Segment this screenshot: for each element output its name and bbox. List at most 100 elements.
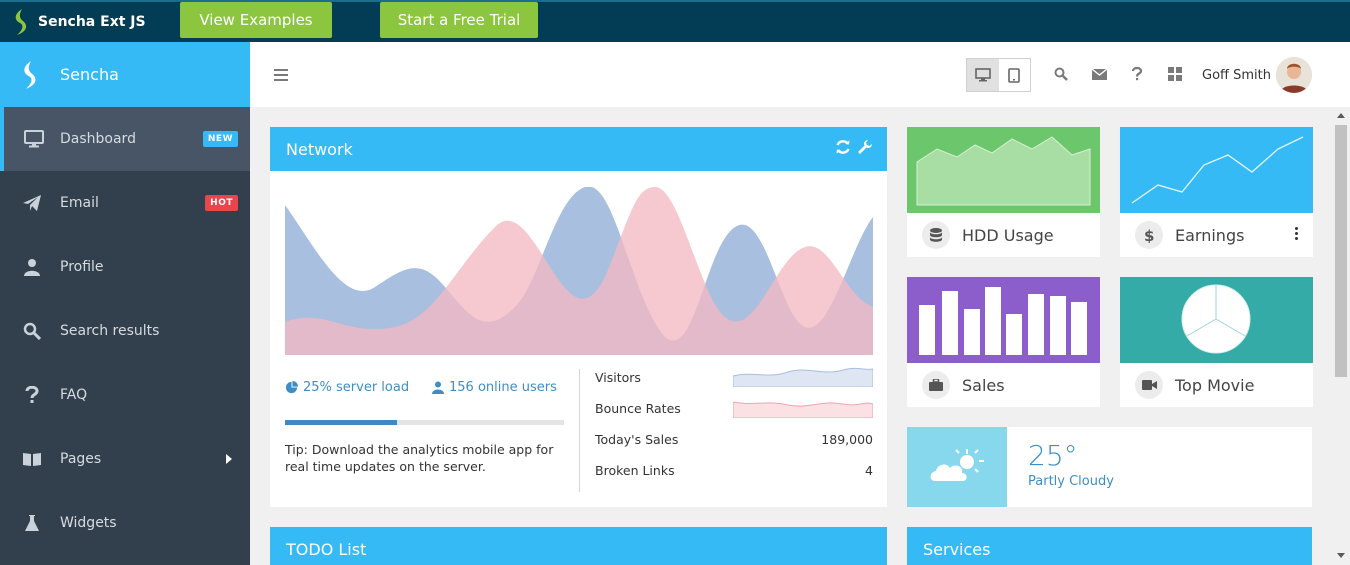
earnings-tile[interactable]: $ Earnings xyxy=(1120,127,1313,257)
monitor-icon xyxy=(22,127,46,151)
menu-toggle-icon[interactable] xyxy=(274,69,288,81)
sales-tile[interactable]: Sales xyxy=(907,277,1100,407)
panel-title: Services xyxy=(923,539,991,559)
partly-cloudy-icon xyxy=(907,427,1007,507)
help-icon[interactable] xyxy=(1127,64,1147,84)
metric-row-sales: Today's Sales 189,000 xyxy=(595,424,873,455)
new-badge: NEW xyxy=(202,131,238,147)
sidebar-item-label: FAQ xyxy=(60,387,88,403)
tile-label: HDD Usage xyxy=(962,225,1054,245)
metric-value: 189,000 xyxy=(821,432,873,447)
sales-bar-chart xyxy=(907,277,1100,363)
device-toggle xyxy=(966,58,1031,92)
tablet-view-button[interactable] xyxy=(999,59,1031,91)
user-icon xyxy=(432,381,444,394)
vertical-scrollbar[interactable] xyxy=(1332,107,1350,565)
sidebar-item-widgets[interactable]: Widgets xyxy=(0,491,250,555)
tile-label: Sales xyxy=(962,375,1005,395)
sidebar-item-label: Pages xyxy=(60,451,102,467)
dollar-icon: $ xyxy=(1135,221,1163,249)
desktop-view-button[interactable] xyxy=(967,59,999,91)
tile-label: Earnings xyxy=(1175,225,1245,245)
user-name[interactable]: Goff Smith xyxy=(1202,68,1271,83)
view-examples-button[interactable]: View Examples xyxy=(180,2,332,38)
bounce-sparkline xyxy=(733,401,873,418)
services-panel: Services xyxy=(907,527,1312,565)
metric-row-broken-links: Broken Links 4 xyxy=(595,455,873,486)
sidebar-item-email[interactable]: Email HOT xyxy=(0,171,250,235)
more-options-icon[interactable] xyxy=(1295,227,1299,242)
online-users-label: 156 online users xyxy=(449,380,557,395)
tile-label: Top Movie xyxy=(1175,375,1255,395)
avatar[interactable] xyxy=(1276,57,1312,93)
network-panel: Network 25% server load 156 online users… xyxy=(270,127,887,507)
online-users-stat[interactable]: 156 online users xyxy=(432,380,557,395)
metric-label: Bounce Rates xyxy=(595,401,681,416)
scroll-up-icon[interactable] xyxy=(1337,113,1345,118)
server-load-label: 25% server load xyxy=(303,380,410,395)
metric-row-bounce: Bounce Rates xyxy=(595,393,873,424)
mail-icon[interactable] xyxy=(1089,64,1109,84)
server-load-progress-fill xyxy=(285,420,397,425)
desktop-icon xyxy=(974,68,991,82)
paper-plane-icon xyxy=(20,191,44,215)
hdd-usage-tile[interactable]: HDD Usage xyxy=(907,127,1100,257)
sidebar-item-search-results[interactable]: Search results xyxy=(0,299,250,363)
scroll-thumb[interactable] xyxy=(1335,125,1347,377)
tablet-icon xyxy=(1008,67,1021,83)
sencha-logo-icon xyxy=(15,9,27,35)
metric-value: 4 xyxy=(865,463,873,478)
refresh-icon[interactable] xyxy=(835,139,851,155)
hot-badge: HOT xyxy=(205,195,238,211)
todo-panel: TODO List xyxy=(270,527,887,565)
sencha-logo-icon xyxy=(24,60,36,89)
metric-row-visitors: Visitors xyxy=(595,362,873,393)
tile-footer: Sales xyxy=(907,363,1100,407)
sidebar-item-faq[interactable]: FAQ xyxy=(0,363,250,427)
grid-icon[interactable] xyxy=(1165,64,1185,84)
top-movie-pie-chart xyxy=(1120,277,1313,363)
sidebar-item-profile[interactable]: Profile xyxy=(0,235,250,299)
tile-footer: Top Movie xyxy=(1120,363,1313,407)
earnings-chart xyxy=(1120,127,1313,213)
todo-panel-header: TODO List xyxy=(270,527,887,565)
network-panel-header: Network xyxy=(270,127,887,171)
sidebar-item-label: Profile xyxy=(60,259,104,275)
svg-text:$: $ xyxy=(1144,227,1154,243)
divider xyxy=(579,369,580,492)
search-icon xyxy=(20,319,44,343)
panel-title: Network xyxy=(286,139,353,159)
panel-title: TODO List xyxy=(286,539,367,559)
sidebar-item-label: Dashboard xyxy=(60,131,136,147)
app-brand[interactable]: Sencha xyxy=(0,42,250,107)
metric-label: Today's Sales xyxy=(595,432,679,447)
server-load-stat[interactable]: 25% server load xyxy=(285,380,409,395)
promo-brand[interactable]: Sencha Ext JS xyxy=(10,6,146,38)
sidebar-item-label: Search results xyxy=(60,323,160,339)
video-camera-icon xyxy=(1135,371,1163,399)
sidebar-item-dashboard[interactable]: Dashboard NEW xyxy=(0,107,250,171)
question-icon xyxy=(20,383,44,407)
server-load-progress xyxy=(285,420,564,425)
scroll-down-icon[interactable] xyxy=(1337,553,1345,558)
search-icon[interactable] xyxy=(1051,64,1071,84)
sidebar-item-label: Email xyxy=(60,195,99,211)
services-panel-header: Services xyxy=(907,527,1312,565)
sidebar-item-pages[interactable]: Pages xyxy=(0,427,250,491)
promo-brand-label: Sencha Ext JS xyxy=(38,14,146,30)
hdd-usage-chart xyxy=(907,127,1100,213)
free-trial-button[interactable]: Start a Free Trial xyxy=(380,2,538,38)
tip-text: Tip: Download the analytics mobile app f… xyxy=(285,442,554,474)
user-icon xyxy=(20,255,44,279)
wrench-icon[interactable] xyxy=(857,139,873,155)
chevron-right-icon xyxy=(226,454,232,464)
briefcase-icon xyxy=(922,371,950,399)
top-movie-tile[interactable]: Top Movie xyxy=(1120,277,1313,407)
sidebar-item-label: Widgets xyxy=(60,515,117,531)
flask-icon xyxy=(20,511,44,535)
promo-bar: Sencha Ext JS View Examples Start a Free… xyxy=(0,0,1350,42)
weather-description: Partly Cloudy xyxy=(1028,474,1114,489)
book-icon xyxy=(20,447,44,471)
sidebar: Dashboard NEW Email HOT Profile Search r… xyxy=(0,107,250,565)
tile-footer: $ Earnings xyxy=(1120,213,1313,257)
